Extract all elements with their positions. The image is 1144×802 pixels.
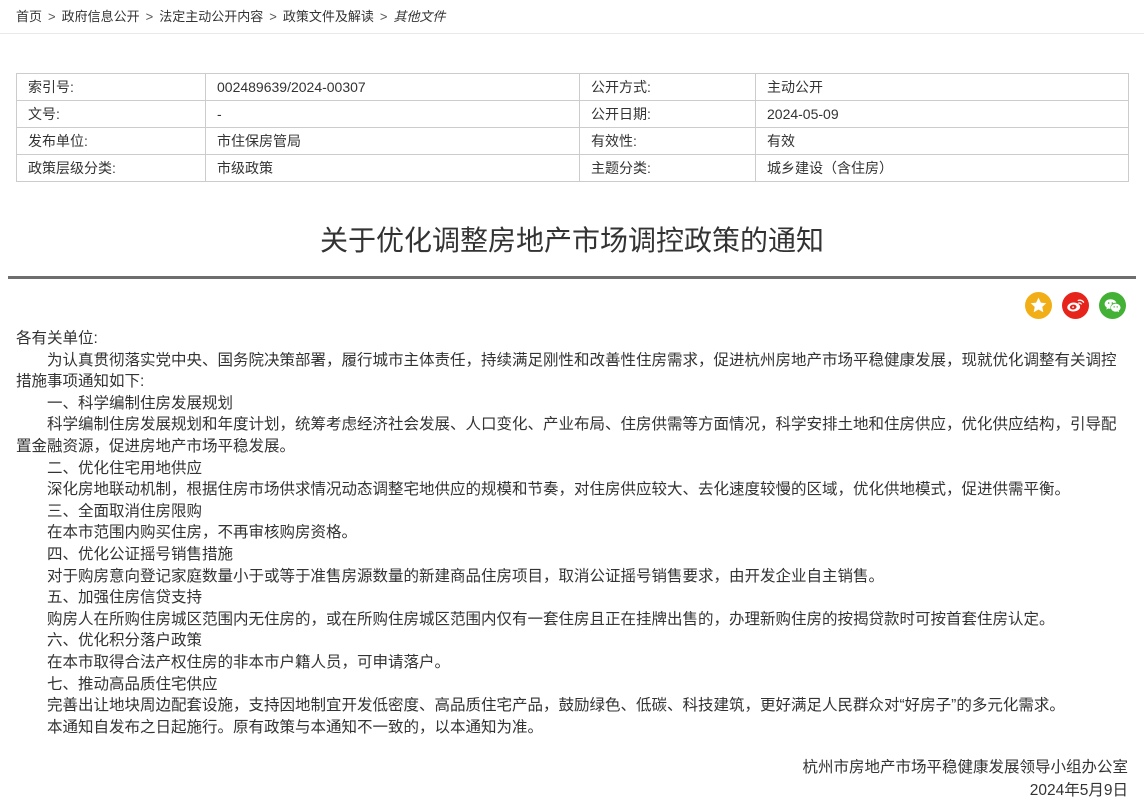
paragraph: 在本市取得合法产权住房的非本市户籍人员，可申请落户。 bbox=[47, 653, 451, 671]
signature-org: 杭州市房地产市场平稳健康发展领导小组办公室 bbox=[802, 759, 1128, 777]
breadcrumb-separator: > bbox=[269, 9, 277, 24]
breadcrumb: 首页 > 政府信息公开 > 法定主动公开内容 > 政策文件及解读 > 其他文件 bbox=[0, 0, 1144, 34]
meta-value-disclosure-mode: 主动公开 bbox=[755, 73, 1129, 101]
meta-label-issuing-unit: 发布单位: bbox=[16, 127, 206, 155]
signature-date: 2024年5月9日 bbox=[1029, 782, 1128, 800]
wechat-icon bbox=[1102, 295, 1123, 316]
meta-label-disclosure-mode: 公开方式: bbox=[579, 73, 756, 101]
paragraph: 科学编制住房发展规划和年度计划，统筹考虑经济社会发展、人口变化、产业布局、住房供… bbox=[16, 416, 1117, 455]
breadcrumb-separator: > bbox=[48, 9, 56, 24]
paragraph: 深化房地联动机制，根据住房市场供求情况动态调整宅地供应的规模和节奏，对住房供应较… bbox=[47, 481, 1071, 499]
article-body: 各有关单位: 为认真贯彻落实党中央、国务院决策部署，履行城市主体责任，持续满足刚… bbox=[0, 328, 1144, 738]
meta-value-topic-category: 城乡建设（含住房） bbox=[755, 154, 1129, 182]
section-heading-6: 六、优化积分落户政策 bbox=[47, 632, 203, 650]
meta-value-policy-level: 市级政策 bbox=[205, 154, 580, 182]
signature-block: 杭州市房地产市场平稳健康发展领导小组办公室 2024年5月9日 bbox=[16, 756, 1128, 802]
table-row: 政策层级分类: 市级政策 主题分类: 城乡建设（含住房） bbox=[16, 154, 1129, 182]
salutation: 各有关单位: bbox=[16, 330, 98, 347]
qzone-star-icon bbox=[1028, 295, 1049, 316]
share-toolbar bbox=[0, 292, 1144, 319]
meta-value-publish-date: 2024-05-09 bbox=[755, 100, 1129, 128]
qzone-share-button[interactable] bbox=[1025, 292, 1052, 319]
paragraph: 在本市范围内购买住房，不再审核购房资格。 bbox=[47, 524, 358, 542]
meta-value-issuing-unit: 市住保房管局 bbox=[205, 127, 580, 155]
breadcrumb-current-other-docs: 其他文件 bbox=[393, 9, 446, 24]
meta-label-publish-date: 公开日期: bbox=[579, 100, 756, 128]
section-heading-4: 四、优化公证摇号销售措施 bbox=[47, 545, 234, 563]
paragraph: 购房人在所购住房城区范围内无住房的，或在所购住房城区范围内仅有一套住房且正在挂牌… bbox=[47, 610, 1055, 628]
table-row: 索引号: 002489639/2024-00307 公开方式: 主动公开 bbox=[16, 73, 1129, 101]
breadcrumb-statutory-disclosure[interactable]: 法定主动公开内容 bbox=[159, 9, 263, 24]
section-heading-7: 七、推动高品质住宅供应 bbox=[47, 675, 218, 693]
paragraph: 对于购房意向登记家庭数量小于或等于准售房源数量的新建商品住房项目，取消公证摇号销… bbox=[47, 567, 885, 585]
breadcrumb-policy-docs[interactable]: 政策文件及解读 bbox=[283, 9, 374, 24]
meta-value-doc-no: - bbox=[205, 100, 580, 128]
breadcrumb-separator: > bbox=[145, 9, 154, 24]
meta-label-topic-category: 主题分类: bbox=[579, 154, 756, 182]
breadcrumb-separator: > bbox=[379, 9, 388, 24]
table-row: 发布单位: 市住保房管局 有效性: 有效 bbox=[16, 127, 1129, 155]
section-heading-2: 二、优化住宅用地供应 bbox=[47, 459, 203, 477]
meta-value-index-no: 002489639/2024-00307 bbox=[205, 73, 580, 101]
page-title: 关于优化调整房地产市场调控政策的通知 bbox=[319, 225, 824, 256]
breadcrumb-home[interactable]: 首页 bbox=[16, 9, 42, 24]
meta-label-validity: 有效性: bbox=[579, 127, 756, 155]
paragraph: 本通知自发布之日起施行。原有政策与本通知不一致的，以本通知为准。 bbox=[47, 718, 544, 736]
paragraph: 为认真贯彻落实党中央、国务院决策部署，履行城市主体责任，持续满足刚性和改善性住房… bbox=[16, 351, 1117, 391]
weibo-share-button[interactable] bbox=[1062, 292, 1089, 319]
meta-value-validity: 有效 bbox=[755, 127, 1129, 155]
meta-label-policy-level: 政策层级分类: bbox=[16, 154, 206, 182]
table-row: 文号: - 公开日期: 2024-05-09 bbox=[16, 100, 1129, 128]
meta-label-doc-no: 文号: bbox=[16, 100, 206, 128]
wechat-share-button[interactable] bbox=[1099, 292, 1126, 319]
section-heading-3: 三、全面取消住房限购 bbox=[47, 502, 203, 520]
paragraph: 完善出让地块周边配套设施，支持因地制宜开发低密度、高品质住宅产品，鼓励绿色、低碳… bbox=[47, 697, 1065, 715]
meta-label-index-no: 索引号: bbox=[16, 73, 206, 101]
title-divider bbox=[8, 276, 1136, 279]
document-meta-table: 索引号: 002489639/2024-00307 公开方式: 主动公开 文号:… bbox=[16, 73, 1129, 182]
section-heading-1: 一、科学编制住房发展规划 bbox=[47, 394, 234, 412]
breadcrumb-gov-info[interactable]: 政府信息公开 bbox=[62, 9, 140, 24]
section-heading-5: 五、加强住房信贷支持 bbox=[47, 589, 203, 607]
weibo-icon bbox=[1065, 295, 1086, 316]
